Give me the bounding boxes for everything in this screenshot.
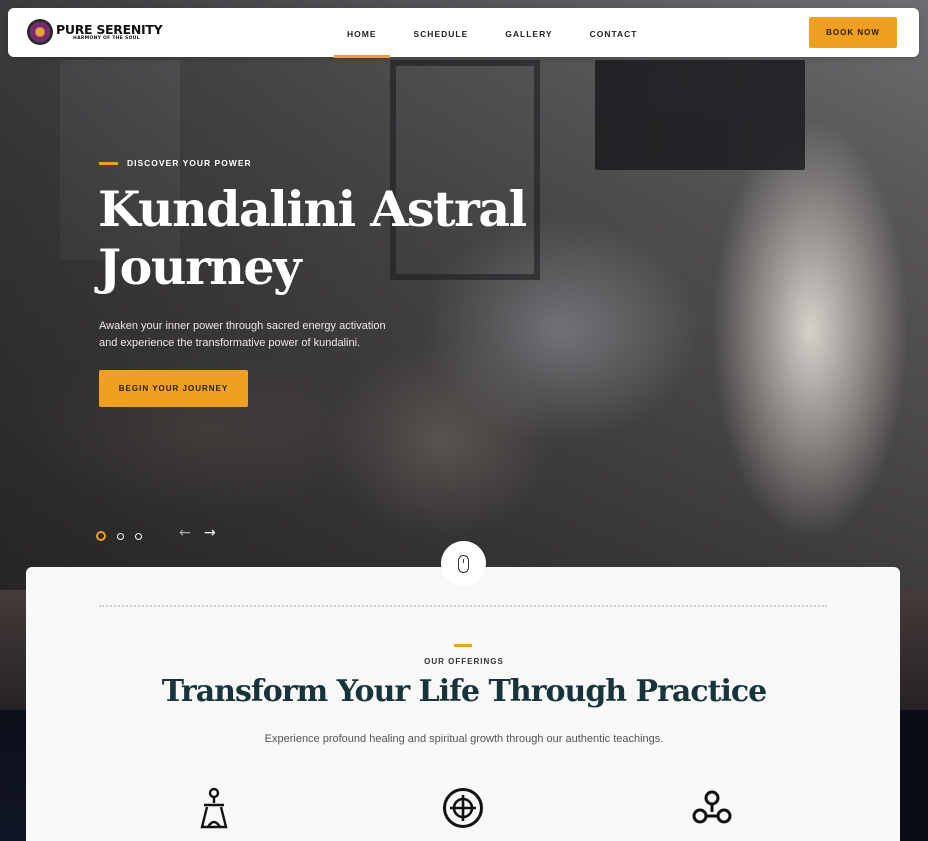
- eyebrow-accent-line: [99, 161, 118, 165]
- hero-title: Kundalini Astral Journey: [98, 180, 558, 296]
- hero-eyebrow-text: DISCOVER YOUR POWER: [127, 158, 252, 168]
- meditation-figure-icon: [192, 786, 236, 830]
- mouse-icon: [458, 554, 469, 573]
- book-now-button[interactable]: BOOK NOW: [809, 17, 897, 48]
- hero-description: Awaken your inner power through sacred e…: [99, 318, 419, 352]
- main-nav: HOME SCHEDULE GALLERY CONTACT: [334, 8, 661, 58]
- brand-name: PURE SERENITY: [56, 22, 163, 37]
- navbar: PURE SERENITY HARMONY OF THE SOUL HOME S…: [8, 8, 919, 58]
- hero-description-line-2: and experience the transformative power …: [99, 337, 361, 349]
- logo-text: PURE SERENITY HARMONY OF THE SOUL: [56, 22, 163, 41]
- slider-dot-1[interactable]: [96, 531, 106, 541]
- offerings-eyebrow: OUR OFFERINGS: [424, 657, 504, 666]
- hero-title-line-2: Journey: [98, 238, 302, 296]
- hero-eyebrow: DISCOVER YOUR POWER: [99, 158, 252, 168]
- begin-journey-button[interactable]: BEGIN YOUR JOURNEY: [99, 370, 248, 407]
- offerings-description: Experience profound healing and spiritua…: [264, 733, 664, 745]
- dotted-divider: [99, 605, 827, 607]
- brand-logo[interactable]: PURE SERENITY HARMONY OF THE SOUL: [27, 19, 163, 45]
- nav-item-home[interactable]: HOME: [334, 8, 390, 58]
- nav-item-schedule[interactable]: SCHEDULE: [401, 8, 482, 57]
- nav-item-gallery[interactable]: GALLERY: [492, 8, 565, 57]
- nav-item-contact[interactable]: CONTACT: [577, 8, 651, 57]
- slider-dot-3[interactable]: [135, 532, 142, 540]
- chakra-circle-icon: [441, 786, 485, 830]
- arrow-right-icon[interactable]: →: [204, 525, 216, 541]
- hero-description-line-1: Awaken your inner power through sacred e…: [99, 320, 386, 332]
- arrow-left-icon[interactable]: ←: [179, 525, 191, 541]
- slider-dots: [96, 531, 153, 541]
- slider-dot-2[interactable]: [117, 532, 124, 540]
- hero-title-line-1: Kundalini Astral: [98, 180, 527, 238]
- section-accent-line: [454, 644, 472, 647]
- energy-nodes-icon: [690, 786, 734, 830]
- scroll-down-button[interactable]: [441, 541, 486, 586]
- offerings-title: Transform Your Life Through Practice: [161, 674, 767, 709]
- logo-mandala-icon: [27, 19, 53, 45]
